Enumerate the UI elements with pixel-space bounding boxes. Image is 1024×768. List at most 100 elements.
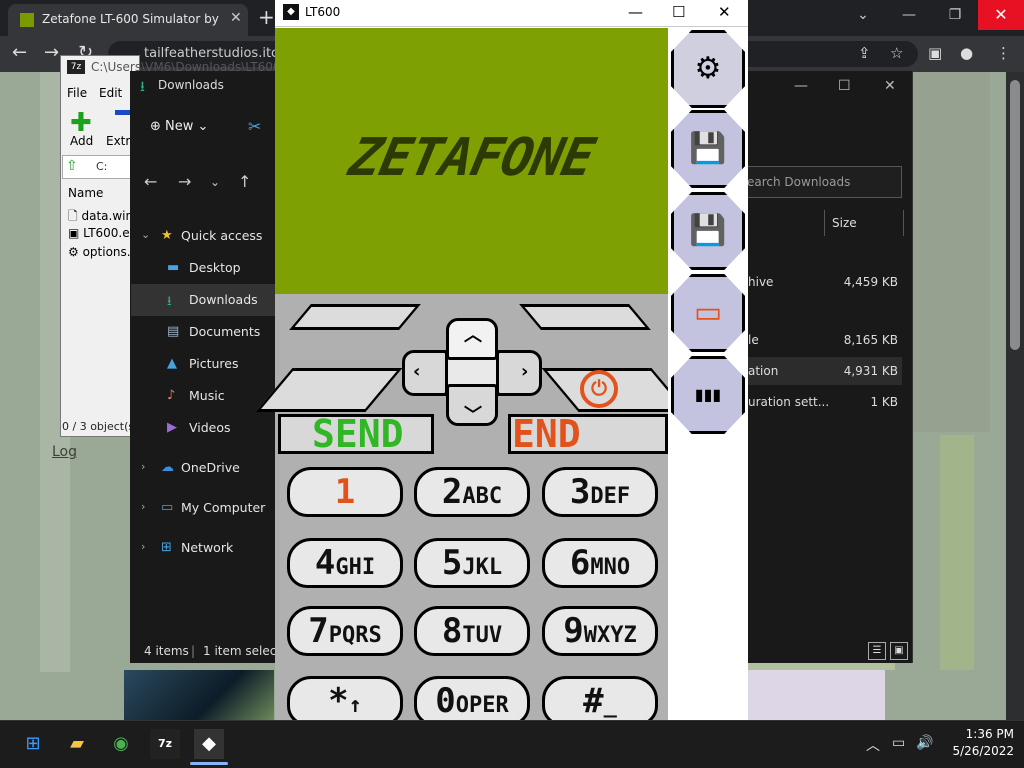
key-2[interactable]: 2ABC <box>414 467 530 517</box>
details-view-icon[interactable]: ☰ <box>868 642 886 660</box>
nav-downloads[interactable]: ⭳ Downloads <box>131 284 275 316</box>
nav-label: Network <box>181 540 234 555</box>
explorer-search-input[interactable]: earch Downloads <box>742 166 902 198</box>
explorer-file-row-selected[interactable]: ation 4,931 KB <box>748 357 902 385</box>
explorer-back-icon[interactable]: ← <box>144 172 157 191</box>
sevenzip-menu-edit[interactable]: Edit <box>99 86 122 100</box>
nav-network[interactable]: › ⊞ Network <box>131 532 275 564</box>
explorer-up-icon[interactable]: ↑ <box>238 172 251 191</box>
nav-label: My Computer <box>181 500 266 515</box>
sevenzip-menu-file[interactable]: File <box>67 86 87 100</box>
key-7[interactable]: 7PQRS <box>287 606 403 656</box>
sidepanel-icon[interactable]: ▣ <box>928 44 942 62</box>
chrome-icon[interactable]: ◉ <box>106 729 136 759</box>
chevron-right-icon[interactable]: › <box>141 540 145 553</box>
browser-menu-icon[interactable]: ⋮ <box>996 44 1011 62</box>
lt600-minimize-button[interactable]: — <box>628 3 643 21</box>
left-soft-key[interactable] <box>289 304 421 330</box>
explorer-file-row[interactable]: uration sett... 1 KB <box>748 388 902 416</box>
dpad-right-button[interactable]: › <box>496 350 542 396</box>
sevenzip-file-row[interactable]: ⚙ options.i <box>68 245 134 259</box>
browser-tab[interactable]: Zetafone LT-600 Simulator by Tai ✕ <box>8 4 248 36</box>
music-icon: ♪ <box>167 388 176 403</box>
key-number: 2 <box>441 472 463 512</box>
key-6[interactable]: 6MNO <box>542 538 658 588</box>
explorer-forward-icon[interactable]: → <box>178 172 191 191</box>
dpad-up-button[interactable]: ︿ <box>446 318 498 360</box>
key-hash[interactable]: #_ <box>542 676 658 726</box>
large-icons-view-icon[interactable]: ▣ <box>890 642 908 660</box>
browser-restore-button[interactable]: ❐ <box>932 4 978 30</box>
battery-full-button[interactable]: ▮▮▮ <box>671 356 745 434</box>
volume-icon[interactable]: 🔊 <box>916 735 933 751</box>
export-save-button[interactable]: 💾 <box>671 192 745 270</box>
key-number: 9 <box>563 611 584 651</box>
explorer-file-row[interactable]: le 8,165 KB <box>748 326 902 354</box>
nav-videos[interactable]: ▶ Videos <box>131 412 275 444</box>
windows-start-icon[interactable]: ⊞ <box>18 729 48 759</box>
chevron-down-icon[interactable]: ⌄ <box>141 228 150 241</box>
key-5[interactable]: 5JKL <box>414 538 530 588</box>
browser-dropdown-icon[interactable]: ⌄ <box>840 4 886 30</box>
new-tab-button[interactable]: + <box>258 5 275 29</box>
chevron-right-icon[interactable]: › <box>141 500 145 513</box>
taskbar-date[interactable]: 5/26/2022 <box>940 744 1014 758</box>
key-3[interactable]: 3DEF <box>542 467 658 517</box>
nav-onedrive[interactable]: › ☁ OneDrive <box>131 452 275 484</box>
nav-pictures[interactable]: ▲ Pictures <box>131 348 275 380</box>
explorer-maximize-button[interactable]: ☐ <box>838 78 851 94</box>
browser-minimize-button[interactable]: — <box>886 4 932 30</box>
nav-my-computer[interactable]: › ▭ My Computer <box>131 492 275 524</box>
explorer-close-button[interactable]: ✕ <box>884 78 896 94</box>
nav-quick-access[interactable]: ⌄ ★ Quick access <box>131 220 275 252</box>
cut-icon[interactable]: ✂ <box>248 117 261 136</box>
key-star[interactable]: *↑ <box>287 676 403 726</box>
key-1[interactable]: 1 <box>287 467 403 517</box>
load-save-button[interactable]: 💾 <box>671 110 745 188</box>
column-divider[interactable] <box>903 210 904 236</box>
key-0[interactable]: 0OPER <box>414 676 530 726</box>
explorer-recent-icon[interactable]: ⌄ <box>210 175 220 189</box>
file-explorer-icon[interactable]: ▰ <box>62 729 92 759</box>
browser-close-button[interactable]: ✕ <box>978 0 1024 30</box>
sevenzip-taskbar-icon[interactable]: 7z <box>150 729 180 759</box>
chevron-down-icon: ﹀ <box>464 405 482 426</box>
nav-music[interactable]: ♪ Music <box>131 380 275 412</box>
nav-documents[interactable]: ▤ Documents <box>131 316 275 348</box>
profile-icon[interactable]: ● <box>960 44 973 62</box>
login-link[interactable]: Log <box>52 444 77 460</box>
forward-icon[interactable]: → <box>44 42 59 63</box>
taskbar-time[interactable]: 1:36 PM <box>950 727 1014 741</box>
dpad-down-button[interactable]: ﹀ <box>446 384 498 426</box>
lt600-maximize-button[interactable]: ☐ <box>672 3 685 21</box>
power-icon[interactable]: ⏻ <box>580 370 618 408</box>
sevenzip-add-button[interactable]: Add <box>70 134 93 148</box>
key-4[interactable]: 4GHI <box>287 538 403 588</box>
explorer-file-row[interactable]: hive 4,459 KB <box>748 268 902 296</box>
bookmark-star-icon[interactable]: ☆ <box>890 44 903 62</box>
explorer-size-column[interactable]: Size <box>832 216 857 230</box>
tab-close-icon[interactable]: ✕ <box>230 10 242 26</box>
lt600-close-button[interactable]: ✕ <box>718 3 731 21</box>
page-scrollbar-thumb[interactable] <box>1010 80 1020 350</box>
battery-empty-button[interactable]: ▭ <box>671 274 745 352</box>
explorer-minimize-button[interactable]: — <box>794 78 808 94</box>
explorer-new-button[interactable]: ⊕ New ⌄ <box>150 119 208 134</box>
sevenzip-name-column[interactable]: Name <box>68 186 103 200</box>
back-icon[interactable]: ← <box>12 42 27 63</box>
key-9[interactable]: 9WXYZ <box>542 606 658 656</box>
nav-label: OneDrive <box>181 460 240 475</box>
network-tray-icon[interactable]: ▭ <box>892 735 905 751</box>
settings-side-button[interactable]: ⚙ <box>671 30 745 108</box>
folder-up-icon[interactable]: ⇧ <box>66 158 78 174</box>
share-icon[interactable]: ⇪ <box>858 44 871 62</box>
nav-desktop[interactable]: ▬ Desktop <box>131 252 275 284</box>
lt600-taskbar-icon[interactable]: ◆ <box>194 729 224 759</box>
dpad-left-button[interactable]: ‹ <box>402 350 448 396</box>
sevenzip-file-row[interactable]: 🗋 data.win <box>68 207 133 228</box>
right-soft-key[interactable] <box>519 304 651 330</box>
column-divider[interactable] <box>824 210 825 236</box>
key-8[interactable]: 8TUV <box>414 606 530 656</box>
tray-overflow-icon[interactable]: ︿ <box>866 735 880 755</box>
chevron-right-icon[interactable]: › <box>141 460 145 473</box>
